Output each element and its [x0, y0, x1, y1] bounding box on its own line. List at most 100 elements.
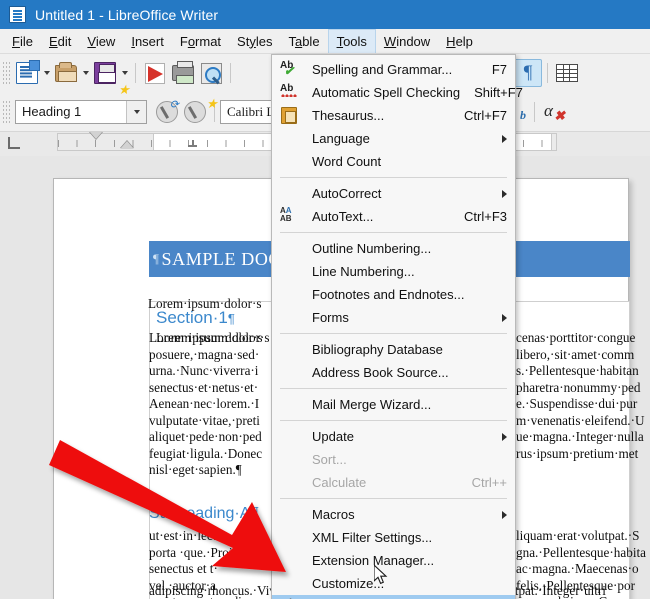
submenu-arrow-icon	[502, 135, 507, 143]
menu-item-thesaurus[interactable]: Thesaurus... Ctrl+F7	[272, 104, 515, 127]
refresh-badge-icon: ⟳	[170, 100, 179, 110]
menu-item-label: Line Numbering...	[312, 264, 415, 279]
menu-insert[interactable]: Insert	[123, 29, 172, 53]
menu-table[interactable]: Table	[280, 29, 327, 53]
menu-help[interactable]: Help	[438, 29, 481, 53]
left-indent-marker[interactable]	[120, 141, 134, 149]
menu-item-shortcut: Ctrl+F3	[450, 209, 507, 224]
menu-item-autotext[interactable]: AAAB AutoText... Ctrl+F3	[272, 205, 515, 228]
document-icon	[9, 6, 26, 23]
ruler-right-margin-zone	[551, 134, 556, 150]
table-icon	[556, 64, 578, 82]
menu-item-label: Language	[312, 131, 370, 146]
new-style-icon: ★	[184, 101, 206, 123]
menu-item-mail-merge-wizard[interactable]: Mail Merge Wizard...	[272, 393, 515, 416]
first-line-indent-marker[interactable]	[89, 131, 103, 139]
update-style-button[interactable]: ⟳	[153, 98, 181, 126]
pdf-icon	[145, 63, 165, 84]
menu-item-footnotes-and-endnotes[interactable]: Footnotes and Endnotes...	[272, 283, 515, 306]
save-button[interactable]: ★	[91, 59, 119, 87]
menu-item-outline-numbering[interactable]: Outline Numbering...	[272, 237, 515, 260]
submenu-arrow-icon	[502, 511, 507, 519]
toolbar-grip[interactable]	[2, 61, 10, 85]
menu-item-bibliography-database[interactable]: Bibliography Database	[272, 338, 515, 361]
menu-item-address-book-source[interactable]: Address Book Source...	[272, 361, 515, 384]
menu-file[interactable]: File	[4, 29, 41, 53]
menu-tools[interactable]: Tools	[328, 29, 376, 53]
thesaurus-book-icon	[280, 106, 300, 125]
chevron-down-icon	[134, 110, 140, 114]
menu-styles[interactable]: Styles	[229, 29, 280, 53]
menu-item-shortcut: Ctrl+F7	[450, 108, 507, 123]
menu-item-label: Spelling and Grammar...	[312, 62, 452, 77]
abc-wave-icon: Ab	[280, 83, 300, 102]
menu-bar: File Edit View Insert Format Styles Tabl…	[0, 29, 650, 54]
toolbar-grip[interactable]	[2, 100, 10, 124]
menu-item-forms[interactable]: Forms	[272, 306, 515, 329]
menu-item-shortcut: Shift+F7	[460, 85, 523, 100]
export-pdf-button[interactable]	[141, 59, 169, 87]
menu-separator	[280, 388, 507, 389]
window-title: Untitled 1 - LibreOffice Writer	[35, 7, 218, 23]
menu-item-label: Automatic Spell Checking	[312, 85, 460, 100]
libreoffice-writer-window: Untitled 1 - LibreOffice Writer File Edi…	[0, 0, 650, 599]
menu-item-label: XML Filter Settings...	[312, 530, 432, 545]
menu-format[interactable]: Format	[172, 29, 229, 53]
menu-separator	[280, 420, 507, 421]
paragraph-style-dropdown-button[interactable]	[126, 101, 146, 123]
insert-table-button[interactable]	[553, 59, 581, 87]
toolbar-separator	[534, 102, 535, 122]
menu-separator	[280, 333, 507, 334]
paragraph-style-value: Heading 1	[16, 104, 126, 119]
menu-edit[interactable]: Edit	[41, 29, 79, 53]
menu-item-label: Outline Numbering...	[312, 241, 431, 256]
title-bar: Untitled 1 - LibreOffice Writer	[0, 0, 650, 29]
abc-check-icon: Ab✔	[280, 60, 300, 79]
body-line-text: Lorem·ipsum·dolor·s	[148, 296, 262, 311]
autotext-icon: AAAB	[280, 207, 300, 226]
open-dropdown[interactable]	[80, 59, 91, 87]
chevron-down-icon	[44, 71, 50, 75]
menu-item-line-numbering[interactable]: Line Numbering...	[272, 260, 515, 283]
save-disk-icon: ★	[94, 62, 116, 84]
print-button[interactable]	[169, 59, 197, 87]
ruler-tab-marker[interactable]	[188, 145, 197, 147]
menu-item-label: Mail Merge Wizard...	[312, 397, 431, 412]
new-style-button[interactable]: ★	[181, 98, 209, 126]
menu-view[interactable]: View	[79, 29, 123, 53]
menu-item-automatic-spell-checking[interactable]: Ab Automatic Spell Checking Shift+F7	[272, 81, 515, 104]
menu-item-label: Bibliography Database	[312, 342, 443, 357]
printer-icon	[172, 65, 194, 81]
chevron-down-icon	[83, 71, 89, 75]
left-tab-icon[interactable]	[8, 137, 20, 149]
menu-item-label: Address Book Source...	[312, 365, 449, 380]
submenu-arrow-icon	[502, 433, 507, 441]
clear-formatting-button[interactable]: α✖	[540, 98, 568, 126]
menu-item-spelling-and-grammar[interactable]: Ab✔ Spelling and Grammar... F7	[272, 58, 515, 81]
print-preview-icon	[201, 63, 222, 84]
menu-item-word-count[interactable]: Word Count	[272, 150, 515, 173]
update-style-icon: ⟳	[156, 101, 178, 123]
new-document-button[interactable]	[13, 59, 41, 87]
menu-item-language[interactable]: Language	[272, 127, 515, 150]
clear-formatting-icon: α✖	[543, 102, 565, 122]
menu-item-label: Forms	[312, 310, 349, 325]
menu-item-label: Thesaurus...	[312, 108, 384, 123]
formatting-marks-button[interactable]: ¶	[514, 59, 542, 87]
menu-item-shortcut: Ctrl++	[458, 475, 507, 490]
menu-separator	[280, 232, 507, 233]
submenu-arrow-icon	[502, 314, 507, 322]
open-button[interactable]	[52, 59, 80, 87]
toolbar-separator	[135, 63, 136, 83]
submenu-arrow-icon	[502, 190, 507, 198]
menu-item-label: Word Count	[312, 154, 381, 169]
toolbar-separator	[230, 63, 231, 83]
menu-item-autocorrect[interactable]: AutoCorrect	[272, 182, 515, 205]
paragraph-style-combobox[interactable]: Heading 1	[15, 100, 147, 124]
chevron-down-icon	[122, 71, 128, 75]
new-document-dropdown[interactable]	[41, 59, 52, 87]
menu-window[interactable]: Window	[376, 29, 438, 53]
menu-item-label: AutoText...	[312, 209, 373, 224]
print-preview-button[interactable]	[197, 59, 225, 87]
open-folder-icon	[55, 65, 77, 82]
